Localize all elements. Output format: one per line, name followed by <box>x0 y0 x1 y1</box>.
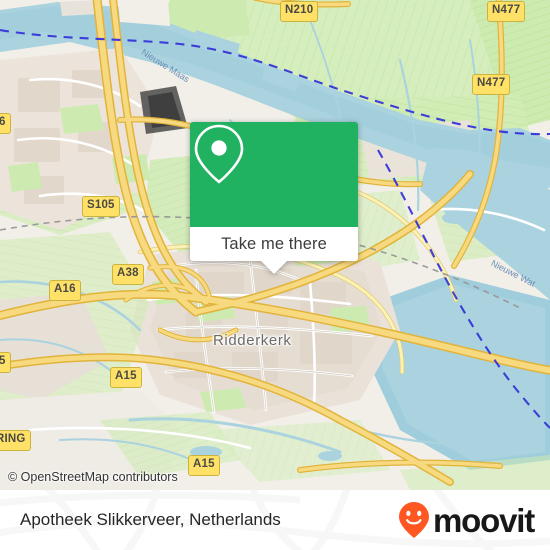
road-shield-n477: N477 <box>472 74 511 95</box>
callout-icon-area <box>190 122 358 227</box>
footer-bar: Apotheek Slikkerveer, Netherlands moovit <box>0 490 550 550</box>
road-shield-a15-bottom: A15 <box>188 455 220 476</box>
map-pin-icon <box>194 124 244 184</box>
take-me-there-callout[interactable]: Take me there <box>190 122 358 274</box>
moovit-brand[interactable]: moovit <box>397 501 535 539</box>
road-shield-a16: A16 <box>49 280 81 301</box>
callout-action-area[interactable]: Take me there <box>190 227 358 274</box>
take-me-there-label: Take me there <box>221 234 327 253</box>
road-shield-n477-top: N477 <box>487 1 526 22</box>
map-canvas[interactable]: Ridderkerk Nieuwe Maas Nieuwe Wat N210 N… <box>0 0 550 490</box>
road-shield-a38: A38 <box>112 264 144 285</box>
osm-attribution[interactable]: © OpenStreetMap contributors <box>8 470 178 484</box>
moovit-wordmark: moovit <box>433 501 535 539</box>
road-shield-a15-left: A15 <box>110 367 142 388</box>
road-shield-a6-partial: 6 <box>0 113 11 134</box>
road-shield-ring-partial: RING <box>0 430 31 451</box>
moovit-pin-smiley-icon <box>399 502 430 538</box>
map-page: Ridderkerk Nieuwe Maas Nieuwe Wat N210 N… <box>0 0 550 550</box>
road-shield-n210: N210 <box>280 1 319 22</box>
road-shield-a15-partial: 5 <box>0 352 11 373</box>
location-title: Apotheek Slikkerveer, Netherlands <box>20 510 281 529</box>
callout-pointer <box>261 261 287 274</box>
road-shield-s105: S105 <box>82 196 120 217</box>
